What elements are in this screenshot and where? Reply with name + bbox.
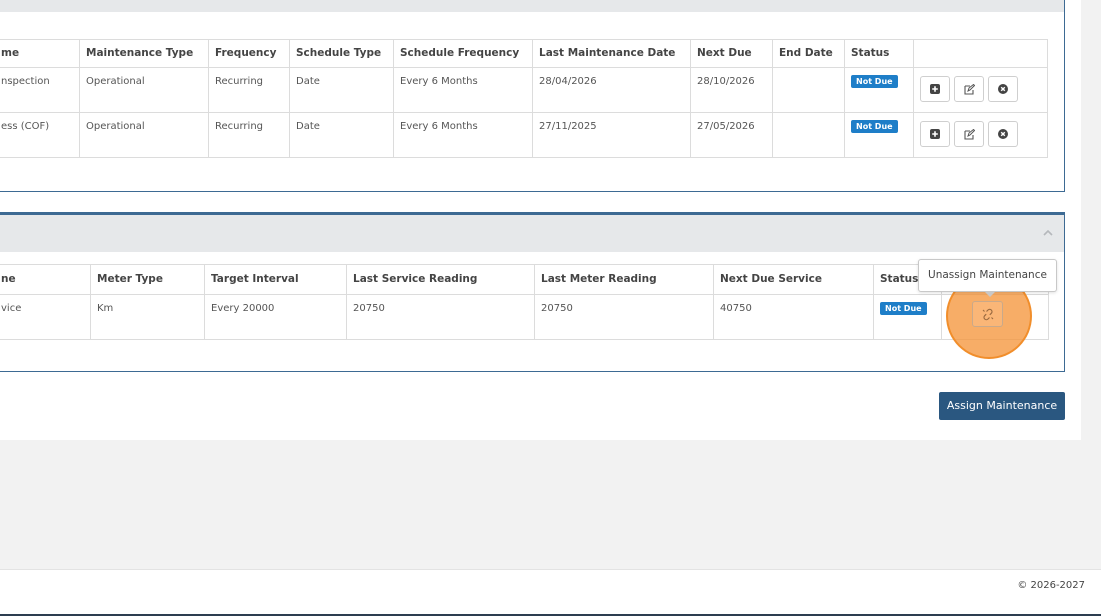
- col-meter-type: Meter Type: [90, 264, 205, 295]
- cell-name: ess (COF): [0, 112, 80, 158]
- status-badge: Not Due: [880, 302, 927, 315]
- plus-square-icon: [930, 84, 940, 94]
- cell-schedule-frequency: Every 6 Months: [393, 112, 533, 158]
- status-badge: Not Due: [851, 75, 898, 88]
- col-maintenance-type: Maintenance Type: [79, 39, 209, 68]
- plus-square-icon: [930, 129, 940, 139]
- copyright-text: © 2026-2027: [1017, 580, 1085, 591]
- meter-maintenance-table: ne Meter Type Target Interval Last Servi…: [0, 264, 1049, 340]
- col-name: ne: [0, 264, 91, 295]
- cell-last-meter-reading: 20750: [534, 294, 714, 340]
- add-button[interactable]: [920, 121, 950, 147]
- remove-button[interactable]: [988, 121, 1019, 147]
- col-name: me: [0, 39, 80, 68]
- cell-schedule-frequency: Every 6 Months: [393, 67, 533, 113]
- col-end-date: End Date: [772, 39, 845, 68]
- cell-schedule-type: Date: [289, 67, 394, 113]
- table-header-row: me Maintenance Type Frequency Schedule T…: [0, 39, 1048, 68]
- assign-maintenance-button[interactable]: Assign Maintenance: [939, 392, 1065, 420]
- add-button[interactable]: [920, 76, 950, 102]
- col-status: Status: [844, 39, 914, 68]
- cell-last-maintenance-date: 28/04/2026: [532, 67, 691, 113]
- col-last-service-reading: Last Service Reading: [346, 264, 535, 295]
- close-circle-icon: [998, 84, 1009, 94]
- unassign-button[interactable]: [972, 301, 1003, 327]
- cell-meter-type: Km: [90, 294, 205, 340]
- edit-icon: [964, 84, 976, 95]
- schedule-maintenance-table: me Maintenance Type Frequency Schedule T…: [0, 39, 1048, 158]
- cell-name: nspection: [0, 67, 80, 113]
- cell-next-due: 27/05/2026: [690, 112, 773, 158]
- chevron-up-icon[interactable]: [1042, 227, 1054, 239]
- col-actions: [913, 39, 1048, 68]
- panel-header: [0, 215, 1064, 252]
- edit-button[interactable]: [954, 76, 985, 102]
- col-frequency: Frequency: [208, 39, 290, 68]
- col-schedule-type: Schedule Type: [289, 39, 394, 68]
- cell-next-due-service: 40750: [713, 294, 874, 340]
- cell-end-date: [772, 67, 845, 113]
- tooltip-arrow: [984, 291, 996, 297]
- cell-actions: [913, 67, 1048, 113]
- col-next-due-service: Next Due Service: [713, 264, 874, 295]
- status-badge: Not Due: [851, 120, 898, 133]
- table-header-row: ne Meter Type Target Interval Last Servi…: [0, 264, 1049, 295]
- table-row: nspection Operational Recurring Date Eve…: [0, 67, 1048, 113]
- col-schedule-frequency: Schedule Frequency: [393, 39, 533, 68]
- cell-status: Not Due: [873, 294, 942, 340]
- edit-button[interactable]: [954, 121, 985, 147]
- cell-frequency: Recurring: [208, 112, 290, 158]
- cell-next-due: 28/10/2026: [690, 67, 773, 113]
- cell-schedule-type: Date: [289, 112, 394, 158]
- panel-header: [0, 0, 1064, 12]
- cell-maintenance-type: Operational: [79, 112, 209, 158]
- col-next-due: Next Due: [690, 39, 773, 68]
- cell-frequency: Recurring: [208, 67, 290, 113]
- footer: © 2026-2027: [0, 569, 1101, 616]
- edit-icon: [964, 129, 976, 140]
- cell-maintenance-type: Operational: [79, 67, 209, 113]
- cell-last-service-reading: 20750: [346, 294, 535, 340]
- cell-last-maintenance-date: 27/11/2025: [532, 112, 691, 158]
- close-circle-icon: [998, 129, 1009, 139]
- cell-status: Not Due: [844, 67, 914, 113]
- table-row: vice Km Every 20000 20750 20750 40750 No…: [0, 294, 1049, 340]
- cell-actions: [913, 112, 1048, 158]
- table-row: ess (COF) Operational Recurring Date Eve…: [0, 112, 1048, 158]
- col-target-interval: Target Interval: [204, 264, 347, 295]
- remove-button[interactable]: [988, 76, 1019, 102]
- cell-target-interval: Every 20000: [204, 294, 347, 340]
- col-last-maintenance-date: Last Maintenance Date: [532, 39, 691, 68]
- unassign-tooltip: Unassign Maintenance: [918, 259, 1057, 292]
- cell-status: Not Due: [844, 112, 914, 158]
- cell-end-date: [772, 112, 845, 158]
- cell-name: vice: [0, 294, 91, 340]
- unlink-icon: [982, 308, 994, 321]
- col-last-meter-reading: Last Meter Reading: [534, 264, 714, 295]
